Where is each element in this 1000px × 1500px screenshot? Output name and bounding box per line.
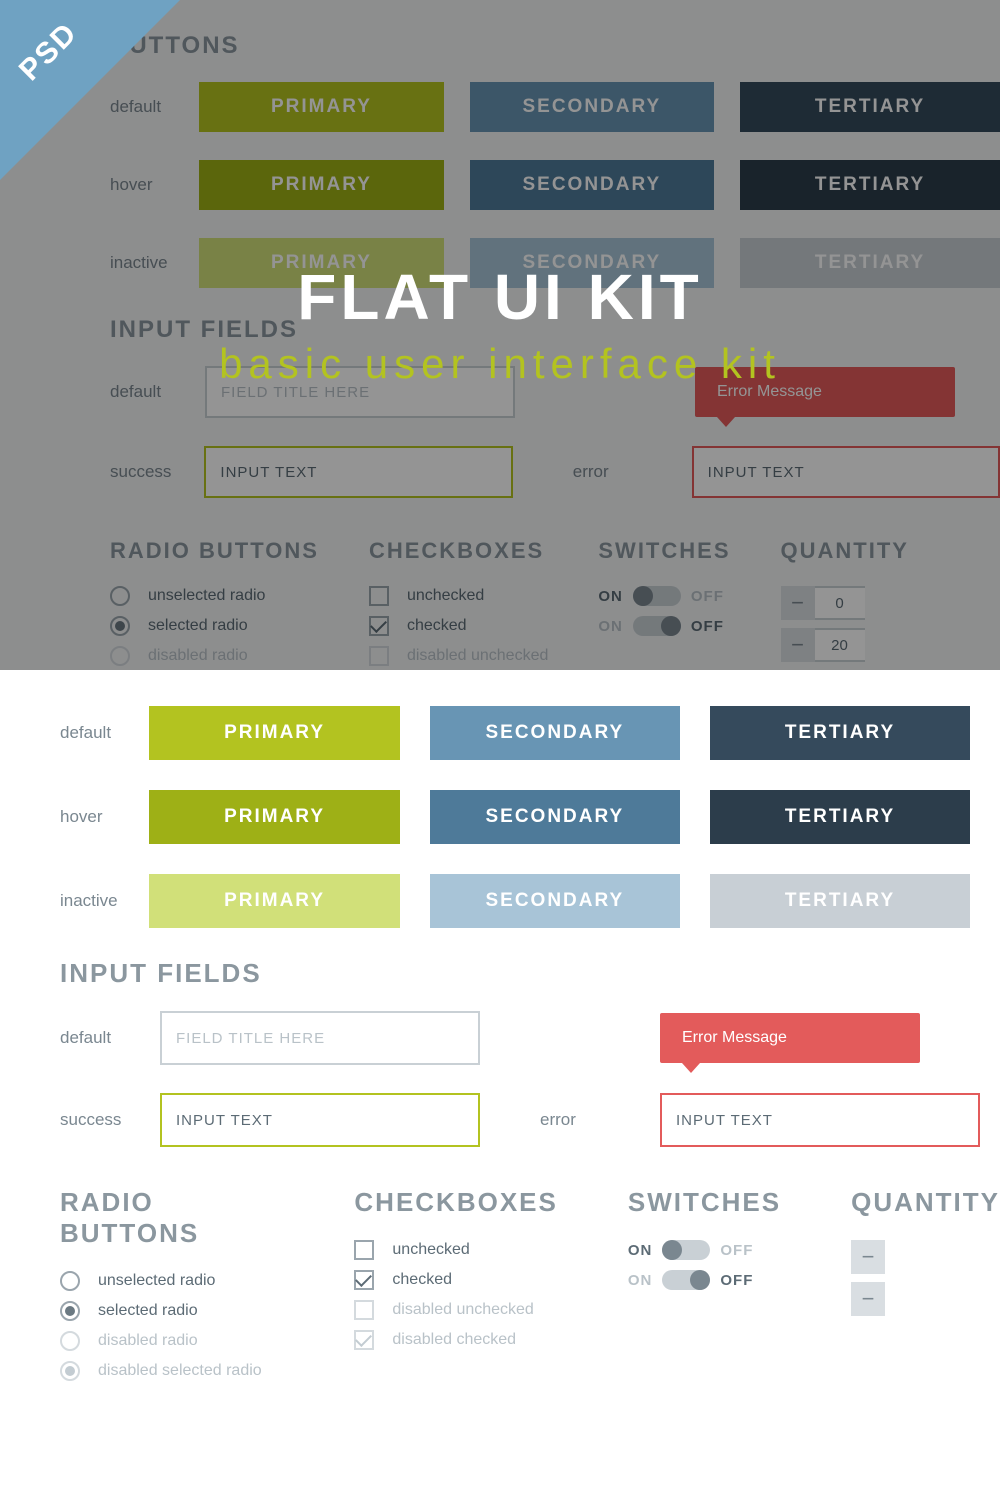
- secondary-button-inactive: SECONDARY: [430, 874, 680, 928]
- input-fields-heading: INPUT FIELDS: [60, 958, 1000, 989]
- hero-preview: BUTTONS default PRIMARY SECONDARY TERTIA…: [0, 0, 1000, 670]
- checkbox-disabled-unchecked: disabled unchecked: [354, 1300, 557, 1320]
- hero-title: FLAT UI KIT: [0, 260, 1000, 334]
- state-label-success: success: [60, 1110, 160, 1130]
- radio-icon: [60, 1361, 80, 1381]
- checkbox-icon: [354, 1240, 374, 1260]
- text-input-default[interactable]: FIELD TITLE HERE: [160, 1011, 480, 1065]
- error-tooltip: Error Message: [660, 1013, 920, 1063]
- switch-off[interactable]: ON OFF: [628, 1270, 781, 1290]
- radio-heading: RADIO BUTTONS: [60, 1187, 284, 1249]
- state-label-default: default: [60, 1028, 160, 1048]
- state-label-error: error: [540, 1110, 640, 1130]
- tertiary-button-hover[interactable]: TERTIARY: [710, 790, 970, 844]
- secondary-button-hover[interactable]: SECONDARY: [430, 790, 680, 844]
- ribbon-text: PSD: [13, 16, 85, 88]
- psd-ribbon: PSD: [0, 0, 180, 180]
- quantity-stepper[interactable]: −: [851, 1282, 1000, 1316]
- tertiary-button[interactable]: TERTIARY: [710, 706, 970, 760]
- hero-subtitle: basic user interface kit: [0, 340, 1000, 388]
- quantity-heading: QUANTITY: [851, 1187, 1000, 1218]
- text-input-error[interactable]: INPUT TEXT: [660, 1093, 980, 1147]
- switch-track: [662, 1240, 710, 1260]
- checkbox-label: checked: [392, 1271, 452, 1289]
- switch-on[interactable]: ON OFF: [628, 1240, 781, 1260]
- radio-icon: [60, 1331, 80, 1351]
- detail-view: default PRIMARY SECONDARY TERTIARY hover…: [0, 670, 1000, 1431]
- switches-heading: SWITCHES: [628, 1187, 781, 1218]
- radio-label: disabled radio: [98, 1332, 198, 1350]
- tertiary-button-inactive: TERTIARY: [710, 874, 970, 928]
- checkbox-icon: [354, 1300, 374, 1320]
- primary-button-hover[interactable]: PRIMARY: [149, 790, 399, 844]
- hero-title-block: FLAT UI KIT basic user interface kit: [0, 260, 1000, 388]
- radio-label: disabled selected radio: [98, 1362, 262, 1380]
- secondary-button[interactable]: SECONDARY: [430, 706, 680, 760]
- minus-button[interactable]: −: [851, 1282, 885, 1316]
- minus-button[interactable]: −: [851, 1240, 885, 1274]
- switch-knob-icon: [690, 1270, 710, 1290]
- radio-selected[interactable]: selected radio: [60, 1301, 284, 1321]
- checkbox-label: unchecked: [392, 1241, 469, 1259]
- radio-label: selected radio: [98, 1302, 198, 1320]
- checkbox-label: disabled unchecked: [392, 1301, 533, 1319]
- checkbox-checked[interactable]: checked: [354, 1270, 557, 1290]
- primary-button-inactive: PRIMARY: [149, 874, 399, 928]
- state-label-hover: hover: [60, 807, 149, 827]
- checkbox-icon: [354, 1330, 374, 1350]
- radio-icon: [60, 1271, 80, 1291]
- switch-on-label: ON: [628, 1242, 653, 1259]
- quantity-stepper[interactable]: −: [851, 1240, 1000, 1274]
- radio-disabled: disabled radio: [60, 1331, 284, 1351]
- switch-knob-icon: [662, 1240, 682, 1260]
- radio-unselected[interactable]: unselected radio: [60, 1271, 284, 1291]
- checkbox-unchecked[interactable]: unchecked: [354, 1240, 557, 1260]
- radio-icon: [60, 1301, 80, 1321]
- primary-button[interactable]: PRIMARY: [149, 706, 399, 760]
- checkbox-heading: CHECKBOXES: [354, 1187, 557, 1218]
- state-label-default: default: [60, 723, 149, 743]
- text-input-success[interactable]: INPUT TEXT: [160, 1093, 480, 1147]
- switch-off-label: OFF: [720, 1242, 753, 1259]
- radio-disabled-selected: disabled selected radio: [60, 1361, 284, 1381]
- radio-label: unselected radio: [98, 1272, 215, 1290]
- state-label-inactive: inactive: [60, 891, 149, 911]
- switch-off-label: OFF: [720, 1272, 753, 1289]
- checkbox-icon: [354, 1270, 374, 1290]
- checkbox-disabled-checked: disabled checked: [354, 1330, 557, 1350]
- switch-track: [662, 1270, 710, 1290]
- checkbox-label: disabled checked: [392, 1331, 516, 1349]
- switch-on-label: ON: [628, 1272, 653, 1289]
